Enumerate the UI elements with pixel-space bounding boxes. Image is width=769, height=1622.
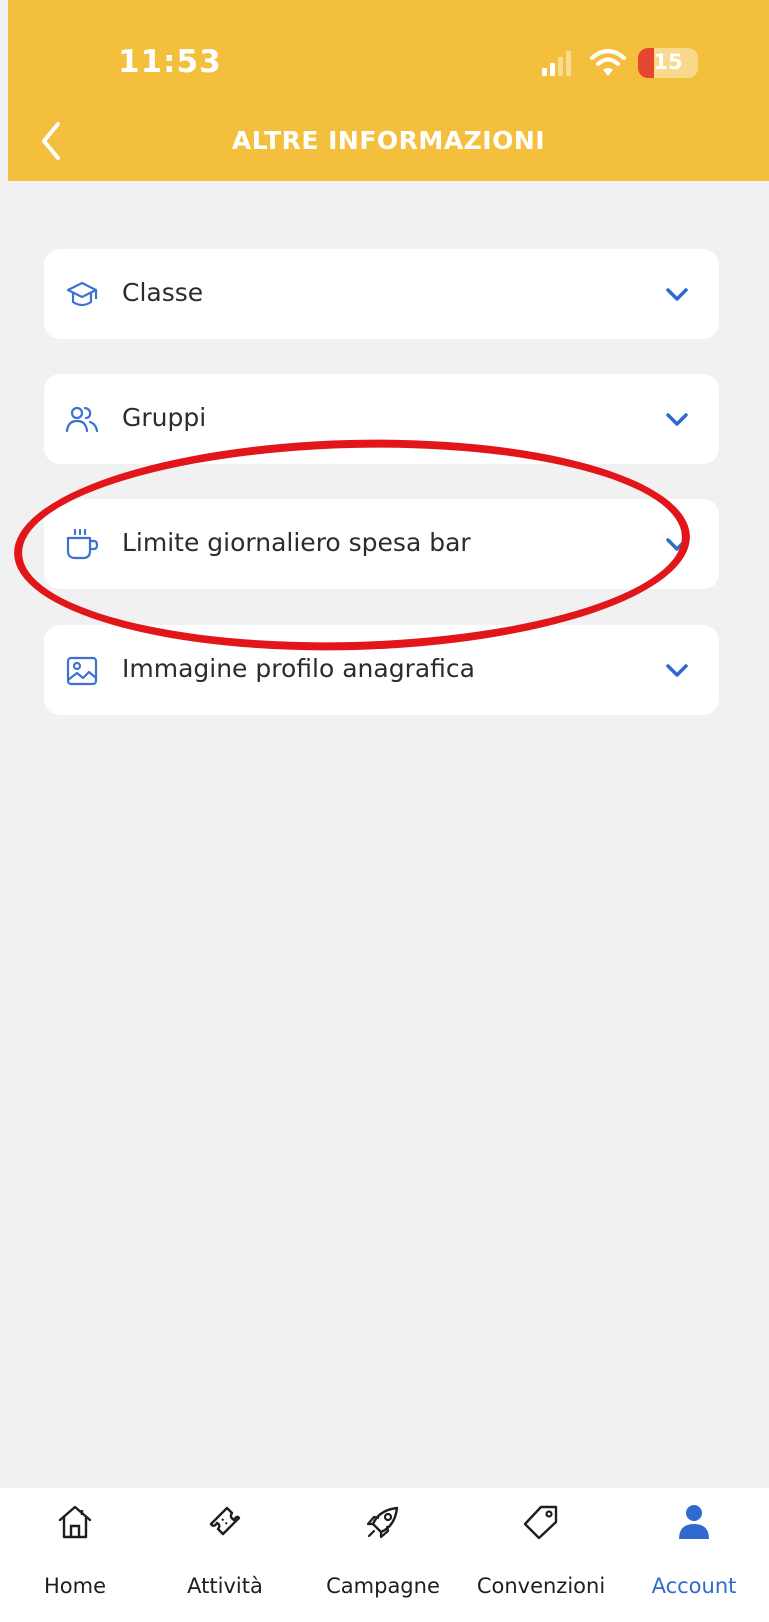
section-immagine-profilo[interactable]: Immagine profilo anagrafica [44, 625, 719, 715]
section-label: Immagine profilo anagrafica [122, 654, 475, 683]
section-limite-spesa-bar[interactable]: Limite giornaliero spesa bar [44, 499, 719, 589]
wifi-icon [590, 49, 626, 76]
app-header: 11:53 15 ALTRE INFORMAZIONI [8, 0, 769, 181]
tab-campagne[interactable]: Campagne [308, 1488, 458, 1622]
home-icon [58, 1505, 92, 1539]
image-icon [66, 656, 98, 686]
section-label: Classe [122, 278, 204, 307]
section-classe[interactable]: Classe [44, 249, 719, 339]
bottom-tab-bar: Home Attività Campagne Convenzioni Accou… [0, 1488, 769, 1622]
phone-screen: 11:53 15 ALTRE INFORMAZIONI Classe Grupp… [0, 0, 769, 1622]
user-icon [679, 1505, 709, 1539]
ticket-icon [209, 1506, 241, 1536]
tab-account[interactable]: Account [619, 1488, 769, 1622]
section-label: Limite giornaliero spesa bar [122, 528, 471, 557]
tab-label: Campagne [326, 1574, 440, 1598]
tab-label: Home [43, 1574, 106, 1598]
tab-home[interactable]: Home [0, 1488, 150, 1622]
tab-label: Account [651, 1574, 737, 1598]
status-time: 11:53 [118, 44, 222, 80]
tab-label: Attività [187, 1574, 263, 1598]
users-icon [65, 406, 99, 433]
battery-indicator: 15 [638, 48, 698, 78]
tab-convenzioni[interactable]: Convenzioni [466, 1488, 616, 1622]
page-title: ALTRE INFORMAZIONI [231, 126, 546, 155]
section-gruppi[interactable]: Gruppi [44, 374, 719, 464]
chevron-down-icon[interactable] [664, 533, 690, 555]
tab-attivita[interactable]: Attività [150, 1488, 300, 1622]
graduation-cap-icon [66, 281, 98, 307]
rocket-icon [366, 1506, 399, 1539]
tab-label: Convenzioni [476, 1574, 606, 1598]
coffee-cup-icon [66, 528, 99, 560]
chevron-down-icon[interactable] [664, 283, 690, 305]
chevron-down-icon[interactable] [664, 659, 690, 681]
section-label: Gruppi [122, 403, 207, 432]
tag-icon [523, 1505, 558, 1540]
chevron-down-icon[interactable] [664, 408, 690, 430]
status-icons: 15 [540, 46, 700, 80]
battery-percent: 15 [653, 50, 683, 74]
signal-icon [542, 51, 571, 76]
